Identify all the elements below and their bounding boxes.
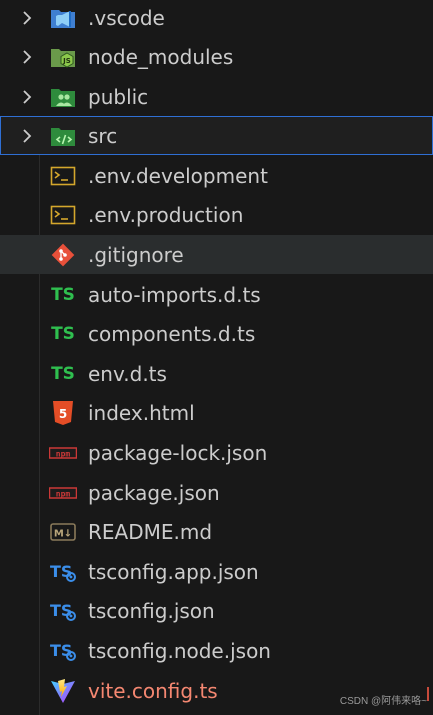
node-modules-folder-icon: JS (49, 43, 77, 71)
terminal-icon (49, 201, 77, 229)
folder-label: public (88, 84, 149, 109)
file-row-index-html[interactable]: 5 index.html (0, 393, 433, 432)
src-folder-icon (49, 122, 77, 150)
folder-row-public[interactable]: public (0, 77, 433, 116)
file-explorer-tree: .vscode JS node_modules public src .env.… (0, 0, 433, 715)
folder-label: node_modules (88, 44, 234, 69)
file-row-env-development[interactable]: .env.development (0, 156, 433, 195)
file-label: README.md (88, 519, 213, 544)
file-row-auto-imports[interactable]: TS auto-imports.d.ts (0, 275, 433, 314)
chevron-right-icon[interactable] (19, 128, 35, 144)
tsconfig-icon: TS (49, 597, 77, 625)
file-label: tsconfig.node.json (88, 638, 271, 663)
tsconfig-icon-text: TS (50, 601, 72, 620)
file-label: .gitignore (88, 242, 184, 267)
npm-icon: npm (49, 479, 77, 507)
folder-label: src (88, 123, 118, 148)
markdown-icon: M↓ (49, 518, 77, 546)
npm-icon: npm (49, 439, 77, 467)
file-row-package-lock[interactable]: npm package-lock.json (0, 433, 433, 472)
chevron-right-icon[interactable] (19, 10, 35, 26)
folder-row-vscode[interactable]: .vscode (0, 0, 433, 37)
npm-icon-text: npm (56, 489, 71, 498)
file-row-readme[interactable]: M↓ README.md (0, 512, 433, 551)
public-folder-icon (49, 83, 77, 111)
terminal-icon (49, 162, 77, 190)
tsconfig-icon: TS (49, 558, 77, 586)
file-label: env.d.ts (88, 361, 167, 386)
svg-text:JS: JS (62, 57, 71, 65)
file-label: vite.config.ts (88, 678, 218, 703)
typescript-icon: TS (51, 363, 75, 384)
file-row-components[interactable]: TS components.d.ts (0, 314, 433, 353)
file-row-tsconfig-app[interactable]: TS tsconfig.app.json (0, 552, 433, 591)
html5-icon: 5 (49, 399, 77, 427)
git-icon (49, 241, 77, 269)
vite-icon (49, 677, 77, 705)
tsconfig-icon: TS (49, 637, 77, 665)
file-row-tsconfig-node[interactable]: TS tsconfig.node.json (0, 631, 433, 670)
decoration-indicator (427, 687, 433, 701)
file-label: package.json (88, 480, 220, 505)
folder-row-node-modules[interactable]: JS node_modules (0, 37, 433, 76)
file-label: auto-imports.d.ts (88, 282, 261, 307)
file-label: .env.production (88, 202, 244, 227)
file-label: tsconfig.json (88, 598, 215, 623)
typescript-icon: TS (51, 323, 75, 344)
html5-icon-text: 5 (59, 407, 67, 421)
tsconfig-icon-text: TS (50, 562, 72, 581)
file-row-package-json[interactable]: npm package.json (0, 473, 433, 512)
file-label: tsconfig.app.json (88, 559, 259, 584)
folder-row-src[interactable]: src (0, 116, 433, 155)
typescript-icon: TS (51, 284, 75, 305)
folder-label: .vscode (88, 5, 165, 30)
tsconfig-icon-text: TS (50, 641, 72, 660)
file-row-gitignore[interactable]: .gitignore (0, 235, 433, 274)
file-row-tsconfig[interactable]: TS tsconfig.json (0, 591, 433, 630)
file-row-env-production[interactable]: .env.production (0, 195, 433, 234)
file-label: package-lock.json (88, 440, 268, 465)
npm-icon-text: npm (56, 449, 71, 458)
file-row-env-dts[interactable]: TS env.d.ts (0, 354, 433, 393)
file-label: .env.development (88, 163, 268, 188)
markdown-icon-text: M↓ (54, 528, 72, 539)
watermark: CSDN @阿伟来咯~ (339, 696, 427, 707)
file-label: components.d.ts (88, 321, 256, 346)
chevron-right-icon[interactable] (19, 89, 35, 105)
file-label: index.html (88, 400, 195, 425)
vscode-folder-icon (49, 4, 77, 32)
chevron-right-icon[interactable] (19, 49, 35, 65)
